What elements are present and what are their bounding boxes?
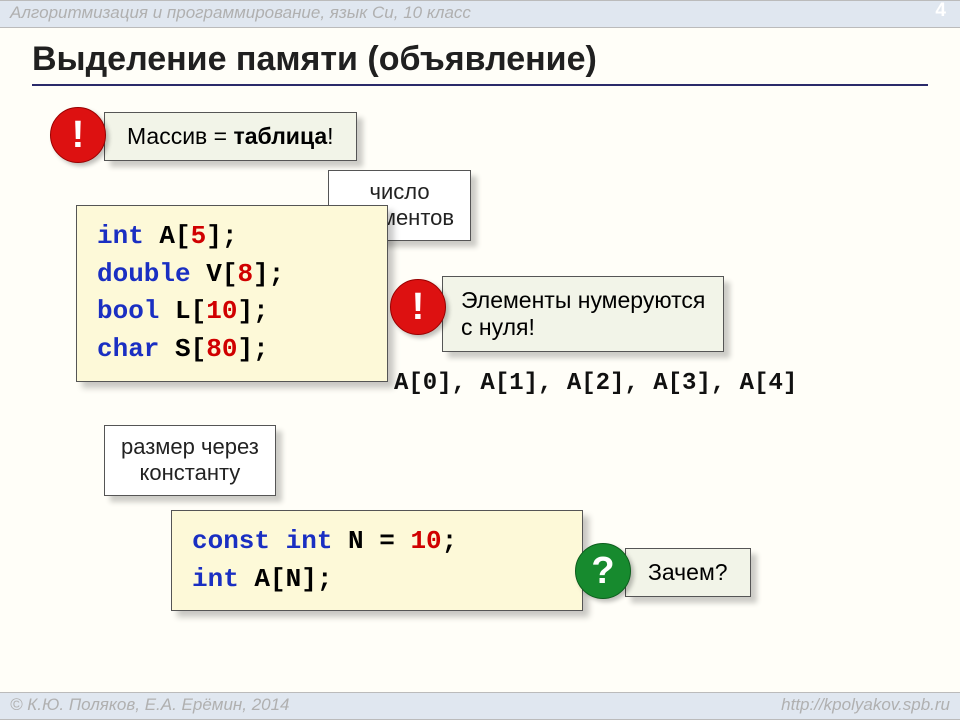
code-line: bool L[10]; [97,293,367,331]
slide-footer: © К.Ю. Поляков, Е.А. Ерёмин, 2014 http:/… [0,692,960,720]
code-line: int A[N]; [192,561,562,599]
code-line: char S[80]; [97,331,367,369]
note1-post: ! [327,123,333,149]
header-text: Алгоритмизация и программирование, язык … [10,3,471,23]
code-line: double V[8]; [97,256,367,294]
code-declarations: int A[5]; double V[8]; bool L[10]; char … [76,205,388,382]
code-line: int A[5]; [97,218,367,256]
code-line: const int N = 10; [192,523,562,561]
note-zero-index: Элементы нумеруются с нуля! [442,276,724,352]
exclamation-badge-icon: ! [50,107,106,163]
array-indices: A[0], A[1], A[2], A[3], A[4] [394,370,797,397]
callout-const-size: размер через константу [104,425,276,496]
slide-title: Выделение памяти (объявление) [32,40,597,79]
footer-copyright: © К.Ю. Поляков, Е.А. Ерёмин, 2014 [10,695,290,715]
slide: Алгоритмизация и программирование, язык … [0,0,960,720]
slide-header: Алгоритмизация и программирование, язык … [0,0,960,28]
note-array-table: Массив = таблица! [104,112,357,161]
page-number: 4 [935,0,946,22]
footer-url: http://kpolyakov.spb.ru [781,695,950,715]
note-why: Зачем? [625,548,751,597]
note1-bold: таблица [234,123,328,149]
question-badge-icon: ? [575,543,631,599]
note1-pre: Массив = [127,123,234,149]
title-rule [32,84,928,86]
code-const-decl: const int N = 10; int A[N]; [171,510,583,611]
exclamation-badge-icon: ! [390,279,446,335]
